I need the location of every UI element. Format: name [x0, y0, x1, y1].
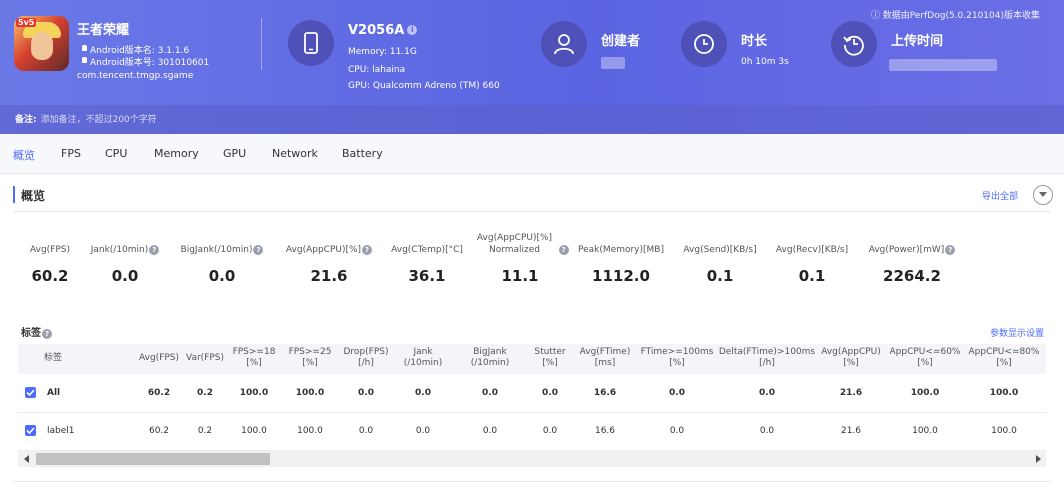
overview-title: 概览 — [21, 189, 46, 203]
chevron-down-icon — [1039, 192, 1047, 197]
metric-value: 2264.2 — [883, 267, 941, 285]
export-all-link[interactable]: 导出全部 — [982, 189, 1018, 202]
metric-label-text: Avg(FPS) — [29, 245, 70, 255]
collection-notice: ⓘ 数据由PerfDog(5.0.210104)版本收集 — [870, 11, 1040, 21]
tags-title: 标签? — [21, 324, 52, 339]
creator-value-redacted — [601, 57, 625, 69]
column-header[interactable]: AppCPU<=80% [%] — [954, 347, 1054, 369]
metric-label-text: BigJank(/10min) — [180, 245, 253, 255]
table-cell: 100.0 — [991, 426, 1017, 436]
remark-placeholder[interactable]: 添加备注，不超过200个字符 — [41, 115, 157, 125]
scroll-right-icon[interactable] — [1036, 455, 1041, 463]
param-display-settings-link[interactable]: 参数显示设置 — [990, 326, 1044, 339]
table-cell: 0.0 — [759, 388, 775, 398]
tab-fps[interactable]: FPS — [61, 147, 81, 160]
section-divider — [13, 211, 1051, 212]
creator-title: 创建者 — [601, 34, 641, 49]
tab-bar: 概览 FPS CPU Memory GPU Network Battery — [0, 134, 1064, 174]
column-header-text: FTime>=100ms — [640, 347, 714, 357]
metric-value: 0.0 — [208, 267, 236, 285]
table-cell: 21.6 — [840, 426, 862, 436]
table-cell: 0.0 — [669, 388, 685, 398]
duration-title: 时长 — [741, 34, 768, 49]
package-name: com.tencent.tmgp.sgame — [77, 71, 194, 81]
remark-field[interactable]: 备注: 添加备注，不超过200个字符 — [15, 112, 157, 125]
game-icon: 5v5 — [14, 16, 69, 71]
metric-help-icon[interactable]: ? — [149, 245, 160, 255]
device-memory: Memory: 11.1G — [348, 47, 417, 57]
table-cell: 0.0 — [669, 426, 685, 436]
metric-help-icon[interactable]: ? — [253, 245, 264, 255]
metric-label-text: Peak(Memory)[MB] — [578, 245, 664, 255]
android-version-code: Android版本号: 301010601 — [81, 55, 209, 68]
table-cell: 16.6 — [594, 426, 616, 436]
scroll-left-icon[interactable] — [24, 455, 29, 463]
table-cell: 100.0 — [912, 426, 938, 436]
table-cell: 0.0 — [759, 426, 775, 436]
device-name-text: V2056A — [348, 23, 405, 38]
remark-label: 备注: — [15, 115, 37, 125]
column-header-unit: [%] — [669, 358, 685, 368]
report-header: ⓘ 数据由PerfDog(5.0.210104)版本收集 5v5 王者荣耀 An… — [0, 0, 1064, 134]
tab-cpu[interactable]: CPU — [105, 147, 127, 160]
upload-time-title: 上传时间 — [891, 34, 944, 49]
remark-bar — [0, 105, 1064, 134]
tab-memory[interactable]: Memory — [154, 147, 199, 160]
user-icon — [541, 21, 587, 67]
row-tag-name: label1 — [47, 426, 75, 436]
app-name: 王者荣耀 — [77, 23, 130, 38]
metric-label-text: Avg(Recv)[KB/s] — [775, 245, 849, 255]
metric-label-text: Avg(AppCPU)[%] — [285, 245, 362, 255]
metric-label: BigJank(/10min)? — [162, 244, 282, 256]
metric-label-text: Avg(Power)[mW] — [868, 245, 945, 255]
tags-help-icon[interactable]: ? — [42, 329, 52, 339]
table-cell: 16.6 — [593, 388, 617, 398]
column-header-text: 标签 — [44, 353, 63, 363]
device-gpu: GPU: Qualcomm Adreno (TM) 660 — [348, 81, 500, 91]
phone-icon — [288, 20, 334, 66]
device-info-icon[interactable]: i — [407, 25, 418, 35]
table-cell: 100.0 — [910, 388, 940, 398]
row-checkbox[interactable] — [25, 387, 36, 398]
column-header-unit: [%] — [996, 358, 1012, 368]
row-divider — [18, 412, 1046, 413]
upload-time-value-redacted — [889, 59, 997, 71]
collection-notice-text: 数据由PerfDog(5.0.210104)版本收集 — [882, 11, 1040, 21]
tab-battery[interactable]: Battery — [342, 147, 383, 160]
metric-help-icon[interactable]: ? — [945, 245, 956, 255]
metric-label-text: Avg(AppCPU)[%] Normalized — [476, 233, 553, 255]
tab-gpu[interactable]: GPU — [223, 147, 246, 160]
bottom-divider — [13, 481, 1051, 482]
scrollbar-thumb[interactable] — [36, 453, 270, 465]
row-checkbox[interactable] — [25, 425, 36, 436]
header-divider — [261, 18, 262, 70]
tab-network[interactable]: Network — [272, 147, 318, 160]
table-cell: 100.0 — [989, 388, 1019, 398]
column-header-text: AppCPU<=80% — [968, 347, 1040, 357]
table-cell: 21.6 — [839, 388, 863, 398]
metric-label-text: Avg(CTemp)[°C] — [391, 245, 463, 255]
section-accent — [13, 186, 15, 203]
tab-overview[interactable]: 概览 — [13, 147, 35, 163]
duration-value: 0h 10m 3s — [741, 57, 789, 67]
row-tag-name: All — [47, 388, 61, 398]
history-icon — [831, 21, 877, 67]
column-header[interactable]: FTime>=100ms [%] — [627, 347, 727, 369]
metric-label-text: Avg(Send)[KB/s] — [683, 245, 757, 255]
device-cpu: CPU: lahaina — [348, 65, 406, 75]
tags-title-text: 标签 — [21, 328, 41, 339]
clock-icon — [681, 21, 727, 67]
game-icon-badge: 5v5 — [16, 18, 37, 27]
metric-label: Avg(Power)[mW]? — [852, 244, 972, 256]
metric-label-text: Jank(/10min) — [90, 245, 149, 255]
collapse-toggle[interactable] — [1033, 185, 1053, 205]
device-name: V2056A i — [348, 23, 418, 38]
column-header[interactable]: 标签 — [44, 353, 84, 364]
